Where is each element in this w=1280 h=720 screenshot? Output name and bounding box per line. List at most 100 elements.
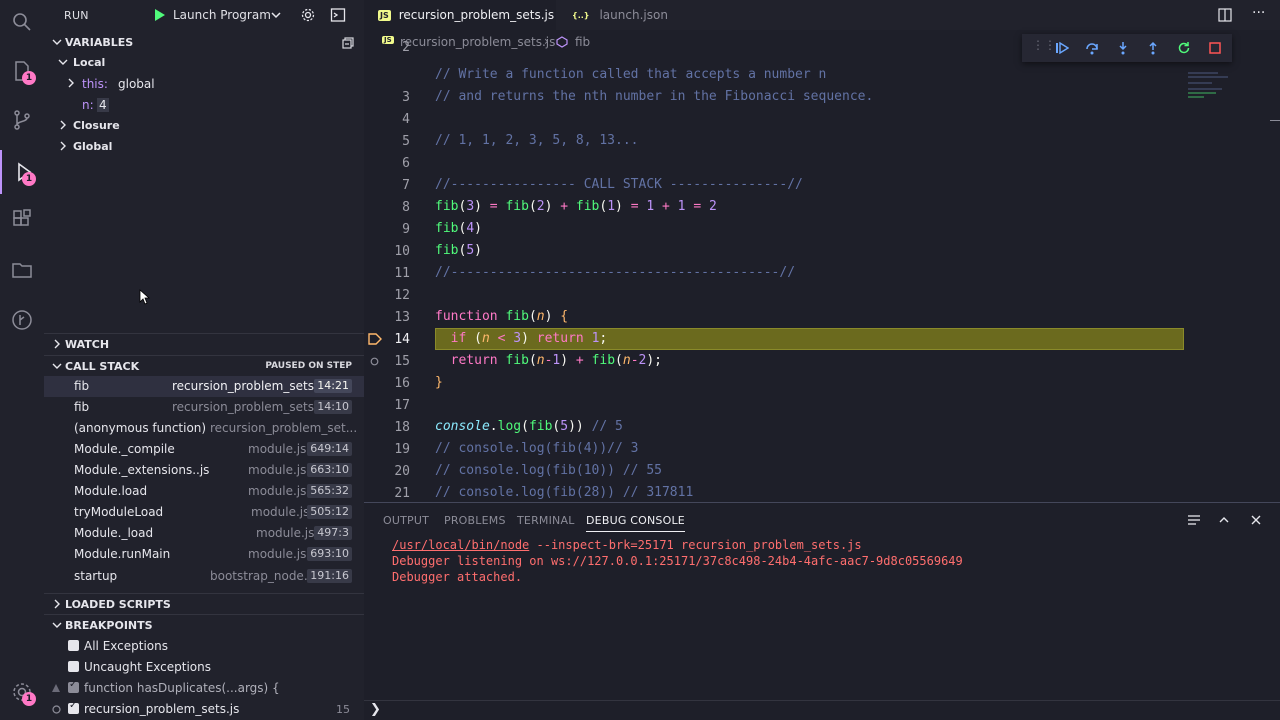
current-step-arrow-icon [368, 333, 382, 345]
stack-frame[interactable]: fib recursion_problem_sets.js 14:21 [44, 376, 364, 397]
breakpoint-dot-icon[interactable] [370, 357, 379, 366]
editor-tabs: JS recursion_problem_sets.js {..} launch… [364, 0, 1280, 30]
paused-status: PAUSED ON STEP [265, 361, 352, 371]
call-stack-section-header[interactable]: CALL STACK PAUSED ON STEP [44, 355, 364, 376]
close-icon[interactable] [1250, 514, 1262, 526]
step-over-icon[interactable] [1085, 41, 1099, 55]
clear-console-icon[interactable] [1187, 514, 1201, 526]
checkbox[interactable] [68, 679, 79, 693]
search-icon[interactable] [0, 0, 44, 44]
bottom-panel: OUTPUT PROBLEMS TERMINAL DEBUG CONSOLE /… [364, 502, 1280, 720]
more-actions-icon[interactable]: ··· [1252, 5, 1265, 21]
scrollbar[interactable] [1270, 120, 1280, 121]
js-file-icon: JS [378, 9, 391, 21]
settings-gear-icon[interactable]: 1 [0, 670, 44, 714]
code-line-10: fib(5) [435, 243, 482, 258]
code-line-16: } [435, 375, 443, 390]
call-stack-title: CALL STACK [65, 360, 140, 373]
variables-section-header[interactable]: VARIABLES [44, 32, 364, 53]
code-line-11: //--------------------------------------… [435, 265, 796, 280]
tab-terminal[interactable]: TERMINAL [517, 514, 575, 527]
console-prompt-icon: ❯ [370, 702, 381, 717]
run-debug-icon[interactable]: 1 [0, 150, 44, 194]
stack-frame[interactable]: (anonymous function) recursion_problem_s… [44, 418, 364, 439]
step-out-icon[interactable] [1146, 41, 1160, 55]
folder-icon[interactable] [0, 248, 44, 292]
variable-n-value: 4 [97, 98, 109, 112]
stack-frame[interactable]: Module.runMain module.js 693:10 [44, 544, 364, 565]
stack-frame[interactable]: Module._load module.js 497:3 [44, 523, 364, 544]
settings-badge: 1 [22, 692, 36, 706]
tab-launch-json[interactable]: {..} launch.json [560, 0, 670, 30]
tab-problems[interactable]: PROBLEMS [444, 514, 506, 527]
breakpoint-file[interactable]: recursion_problem_sets.js 15 [44, 699, 364, 720]
json-file-icon: {..} [572, 10, 590, 20]
gear-icon[interactable] [300, 7, 316, 23]
minimap[interactable] [1188, 70, 1248, 110]
code-line-13: function fib(n) { [435, 309, 569, 324]
console-node-path[interactable]: /usr/local/bin/node [392, 538, 529, 552]
split-editor-icon[interactable] [1218, 8, 1232, 22]
run-toolbar: RUN Launch Program [44, 0, 364, 30]
variable-n[interactable]: n: 4 [44, 95, 364, 116]
stop-icon[interactable] [1208, 41, 1222, 55]
chevron-right-icon [60, 120, 66, 130]
git-graph-icon[interactable] [0, 298, 44, 342]
breakpoint-all-exceptions[interactable]: All Exceptions [44, 636, 364, 657]
stack-frame[interactable]: Module._extensions..js module.js 663:10 [44, 460, 364, 481]
variable-this[interactable]: this: global [44, 74, 364, 95]
tab-debug-console[interactable]: DEBUG CONSOLE [586, 514, 685, 532]
scope-global[interactable]: Global [44, 137, 364, 158]
loaded-scripts-title: LOADED SCRIPTS [65, 598, 171, 611]
scope-closure[interactable]: Closure [44, 116, 364, 137]
extensions-icon[interactable] [0, 198, 44, 242]
chevron-up-icon[interactable] [1218, 514, 1230, 526]
watch-section-header[interactable]: WATCH [44, 333, 364, 354]
breakpoints-title: BREAKPOINTS [65, 619, 153, 632]
source-control-icon[interactable] [0, 98, 44, 142]
loaded-scripts-section-header[interactable]: LOADED SCRIPTS [44, 593, 364, 614]
stack-frame[interactable]: startup bootstrap_node.js 191:16 [44, 566, 364, 587]
scope-local[interactable]: Local [44, 53, 364, 74]
code-line-18: console.log(fib(5)) // 5 [435, 419, 623, 434]
tab-recursion-problem-sets[interactable]: JS recursion_problem_sets.js [364, 0, 556, 30]
editor-area: JS recursion_problem_sets.js {..} launch… [364, 0, 1280, 502]
code-line-20: // console.log(fib(10)) // 55 [435, 463, 662, 478]
checkbox[interactable] [68, 640, 79, 651]
tab-output[interactable]: OUTPUT [383, 514, 429, 527]
collapse-all-icon[interactable] [342, 37, 354, 49]
watch-title: WATCH [65, 338, 110, 351]
breakpoint-uncaught-exceptions[interactable]: Uncaught Exceptions [44, 657, 364, 678]
console-line-3: Debugger attached. [392, 570, 523, 584]
breadcrumb-file[interactable]: recursion_problem_sets.js [400, 35, 555, 49]
explorer-badge: 1 [22, 71, 36, 85]
chevron-down-icon[interactable] [270, 9, 282, 21]
stack-frame[interactable]: fib recursion_problem_sets.js 14:10 [44, 397, 364, 418]
continue-icon[interactable] [1055, 41, 1069, 55]
code-line-2: // Write a function called that accepts … [435, 67, 827, 82]
step-into-icon[interactable] [1116, 41, 1130, 55]
variable-this-name: this: [82, 77, 108, 91]
checkbox[interactable] [68, 661, 79, 672]
debug-console-icon[interactable] [330, 7, 346, 23]
breakpoint-function[interactable]: function hasDuplicates(...args) { [44, 678, 364, 699]
breakpoints-section-header[interactable]: BREAKPOINTS [44, 614, 364, 635]
breadcrumb-symbol[interactable]: fib [575, 35, 590, 49]
explorer-icon[interactable]: 1 [0, 49, 44, 93]
restart-icon[interactable] [1177, 41, 1191, 55]
code-line-14: if (n < 3) return 1; [450, 331, 608, 346]
start-debugging-icon[interactable] [154, 8, 166, 22]
stack-frame[interactable]: Module.load module.js 565:32 [44, 481, 364, 502]
chevron-right-icon [68, 78, 74, 88]
stack-frame[interactable]: Module._compile module.js 649:14 [44, 439, 364, 460]
code-line-7: //---------------- CALL STACK ----------… [435, 177, 803, 192]
checkbox[interactable] [68, 700, 79, 714]
stack-frame[interactable]: tryModuleLoad module.js 505:12 [44, 502, 364, 523]
drag-handle-icon[interactable]: ⋮⋮ [1032, 38, 1056, 52]
breakpoint-dot-icon [52, 705, 61, 714]
scope-local-label: Local [73, 56, 106, 69]
console-input[interactable]: ❯ [364, 700, 1280, 720]
activity-bar: 1 1 1 [0, 0, 44, 720]
code-line-15: return fib(n-1) + fib(n-2); [450, 353, 663, 368]
launch-config-select[interactable]: Launch Program [173, 8, 271, 22]
